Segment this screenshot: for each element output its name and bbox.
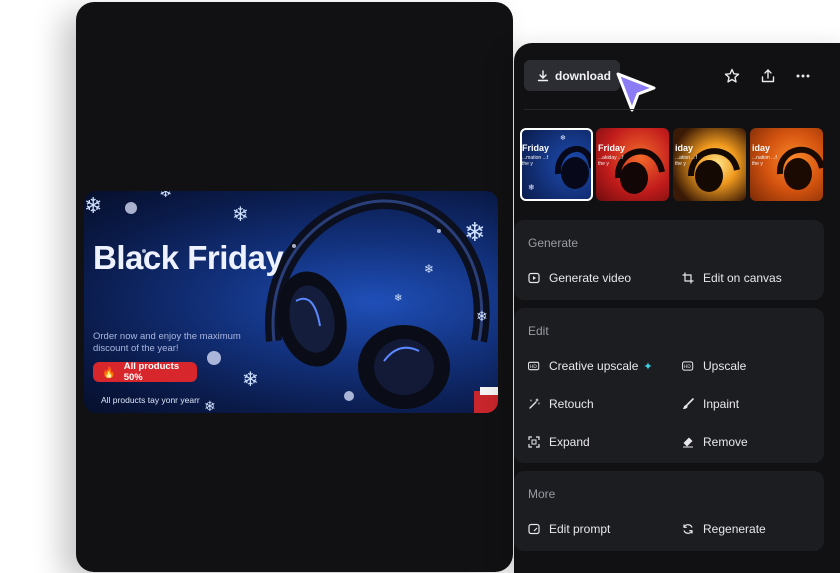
banner-title: Black Friday — [93, 239, 284, 276]
svg-text:❄: ❄ — [232, 202, 249, 226]
download-icon — [537, 69, 549, 81]
thumbnail-sub: ...akiday ...f the y — [598, 155, 624, 167]
svg-text:HD: HD — [684, 364, 691, 370]
thumbnail-3[interactable]: iday ...ation ...f the y — [673, 128, 746, 201]
section-title: Edit — [528, 324, 549, 338]
magic-wand-icon — [528, 398, 540, 410]
regenerate-button[interactable]: Regenerate — [682, 522, 766, 536]
svg-text:❄: ❄ — [204, 399, 216, 413]
retouch-button[interactable]: Retouch — [528, 397, 594, 411]
generate-section: Generate Generate video Edit on canvas — [514, 220, 824, 300]
thumbnail-4[interactable]: iday ...nation ...f the y — [750, 128, 823, 201]
action-label: Regenerate — [703, 522, 766, 536]
edit-section: Edit HD Creative upscale ✦ HD Upscale Re… — [514, 308, 824, 463]
thumbnail-2[interactable]: Friday ...akiday ...f the y — [596, 128, 669, 201]
generated-image[interactable]: ❄ ❄ ❄ ❄ ❄ ❄ ❄ ❄ ❄ Black Friday Order now… — [84, 191, 498, 413]
action-label: Expand — [549, 435, 590, 449]
crop-icon — [682, 272, 694, 284]
expand-button[interactable]: Expand — [528, 435, 590, 449]
action-label: Inpaint — [703, 397, 740, 411]
action-label: Retouch — [549, 397, 594, 411]
thumbnail-label: Friday — [598, 143, 626, 153]
action-label: Generate video — [549, 271, 632, 285]
refresh-icon — [682, 523, 694, 535]
section-title: More — [528, 487, 556, 501]
edit-on-canvas-button[interactable]: Edit on canvas — [682, 271, 782, 285]
pointer-cursor-icon — [616, 72, 656, 112]
thumbnail-sub: ...mation ...f the y — [522, 155, 549, 167]
hd-plus-icon: HD — [528, 360, 540, 372]
thumbnail-label: iday — [752, 143, 771, 153]
upscale-button[interactable]: HD Upscale — [682, 359, 746, 373]
edit-prompt-icon — [528, 523, 540, 535]
expand-icon — [528, 436, 540, 448]
star-icon[interactable] — [723, 67, 741, 85]
actions-panel: download ❄ ❄ Friday ...mation ...f the y … — [514, 43, 840, 573]
hd-icon: HD — [682, 360, 694, 372]
fire-icon: 🔥 — [102, 366, 116, 379]
svg-text:❄: ❄ — [159, 191, 172, 201]
action-label: Edit prompt — [549, 522, 611, 536]
thumbnail-sub: ...ation ...f the y — [675, 155, 697, 167]
svg-text:❄: ❄ — [424, 262, 434, 276]
banner-footer: All products tay yonr yearr — [101, 395, 200, 405]
action-label: Remove — [703, 435, 748, 449]
action-label: Upscale — [703, 359, 747, 373]
sparkle-icon: ✦ — [643, 360, 653, 373]
generate-video-button[interactable]: Generate video — [528, 271, 631, 285]
more-section: More Edit prompt Regenerate — [514, 471, 824, 551]
svg-text:❄: ❄ — [476, 309, 488, 325]
share-icon[interactable] — [759, 67, 777, 85]
svg-text:❄: ❄ — [528, 183, 535, 192]
remove-button[interactable]: Remove — [682, 435, 748, 449]
svg-text:❄: ❄ — [242, 367, 259, 391]
divider — [524, 109, 792, 110]
more-icon[interactable] — [794, 67, 812, 85]
banner-badge: 🔥 All products 50% — [93, 361, 197, 383]
action-label: Creative upscale — [549, 359, 639, 373]
section-title: Generate — [528, 236, 579, 250]
svg-text:❄: ❄ — [84, 194, 102, 219]
edit-prompt-button[interactable]: Edit prompt — [528, 522, 610, 536]
svg-text:❄: ❄ — [464, 218, 486, 248]
svg-text:❄: ❄ — [560, 134, 566, 142]
creative-upscale-button[interactable]: HD Creative upscale ✦ — [528, 359, 653, 373]
svg-text:HD: HD — [530, 364, 537, 370]
thumbnail-label: Friday — [522, 143, 550, 153]
thumbnail-label: iday — [675, 143, 694, 153]
svg-text:❄: ❄ — [394, 293, 402, 304]
download-label: download — [555, 68, 611, 83]
thumbnail-1[interactable]: ❄ ❄ Friday ...mation ...f the y — [520, 128, 593, 201]
thumbnail-sub: ...nation ...f the y — [752, 155, 777, 167]
inpaint-button[interactable]: Inpaint — [682, 397, 739, 411]
banner-badge-label: All products 50% — [123, 361, 180, 383]
eraser-icon — [682, 436, 694, 448]
video-icon — [528, 272, 540, 284]
action-label: Edit on canvas — [703, 271, 782, 285]
brush-icon — [682, 398, 694, 410]
banner-subtitle: Order now and enjoy the maximum discount… — [93, 331, 241, 354]
download-button[interactable]: download — [524, 60, 620, 91]
